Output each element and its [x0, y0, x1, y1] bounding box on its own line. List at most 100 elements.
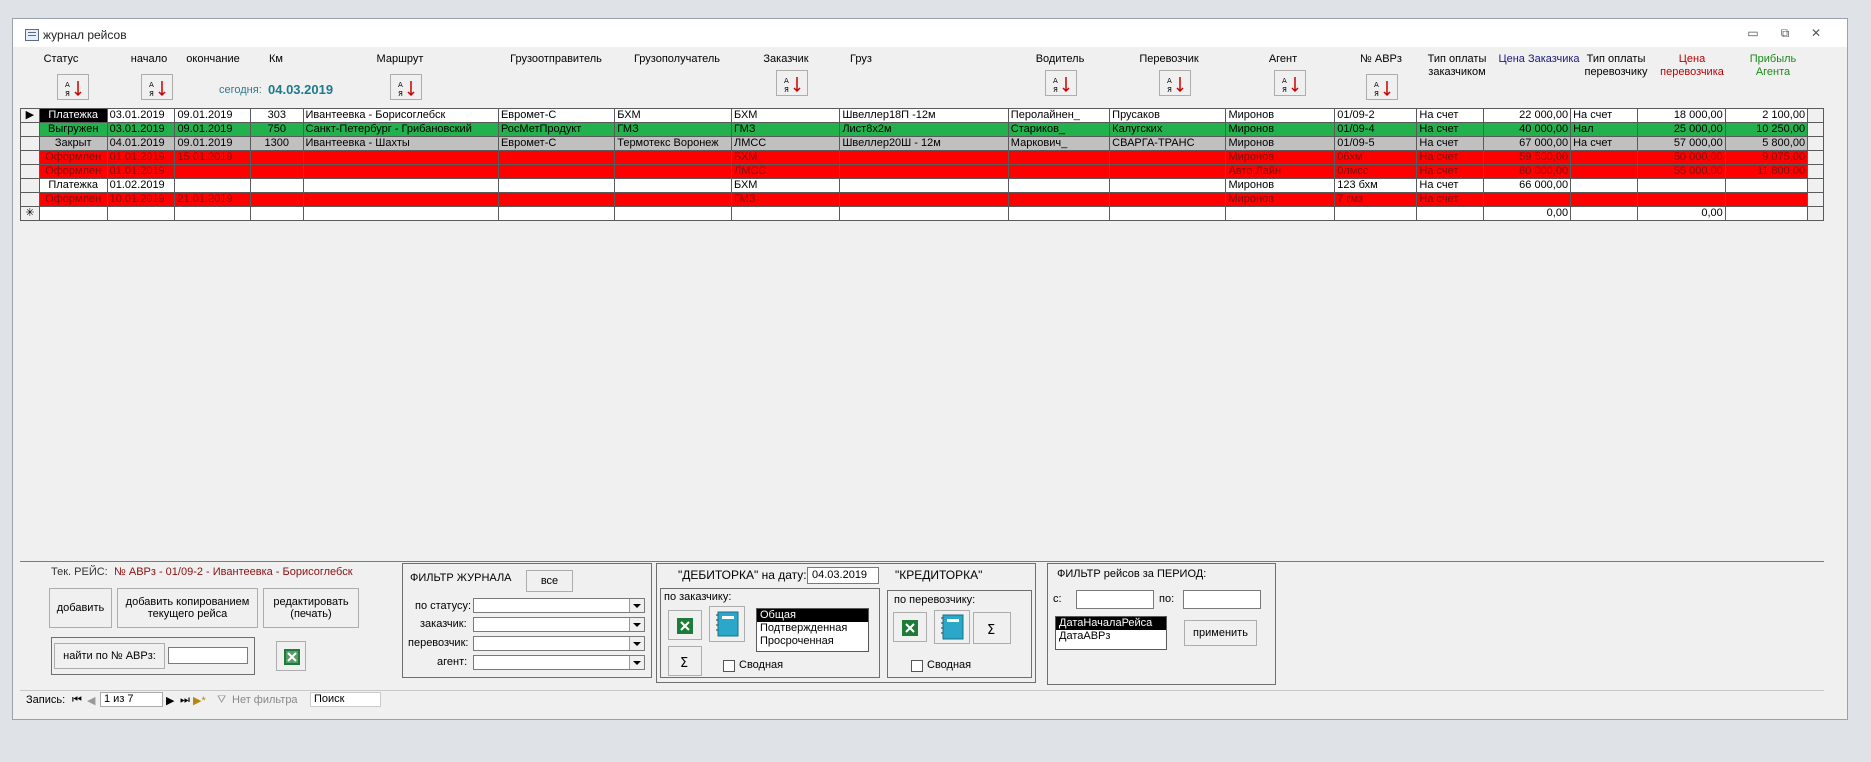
list-option[interactable]: ДатаНачалаРейса	[1056, 617, 1166, 630]
table-cell[interactable]: 01/09-4	[1334, 122, 1418, 137]
sort-route-button[interactable]: AЯ	[390, 74, 422, 100]
table-cell[interactable]	[1334, 206, 1418, 221]
table-cell[interactable]	[614, 206, 732, 221]
prev-record-icon[interactable]: ◀	[87, 694, 95, 707]
table-cell[interactable]: 03.01.2019	[106, 108, 176, 123]
table-cell[interactable]	[302, 164, 499, 179]
table-cell[interactable]	[302, 150, 499, 165]
sort-avr-button[interactable]: AЯ	[1366, 74, 1398, 100]
table-cell[interactable]: 750	[250, 122, 304, 137]
filter-agent-select[interactable]	[473, 655, 645, 670]
table-cell[interactable]: 123 бхм	[1334, 178, 1418, 193]
sort-customer-button[interactable]: AЯ	[776, 70, 808, 96]
table-cell[interactable]	[1482, 192, 1572, 207]
next-record-icon[interactable]: ▶	[166, 694, 174, 707]
debitor-date-input[interactable]: 04.03.2019	[807, 567, 879, 584]
filter-all-button[interactable]: все	[526, 570, 573, 592]
table-cell[interactable]: БХМ	[730, 108, 841, 123]
table-cell[interactable]	[614, 150, 732, 165]
table-cell[interactable]: Перолайнен_	[1007, 108, 1111, 123]
table-cell[interactable]	[1724, 206, 1809, 221]
table-cell[interactable]: ГМЗ	[614, 122, 732, 137]
row-selector[interactable]	[20, 122, 40, 137]
table-cell[interactable]: 09.01.2019	[174, 108, 252, 123]
table-cell[interactable]	[38, 206, 108, 221]
table-cell[interactable]	[1570, 164, 1638, 179]
table-cell[interactable]: Швеллер18П -12м	[839, 108, 1009, 123]
table-cell[interactable]: 21.01.2019	[174, 192, 252, 207]
table-cell[interactable]: ГМЗ	[730, 122, 841, 137]
record-position-input[interactable]: 1 из 7	[100, 692, 163, 707]
table-cell[interactable]: 01.01.2019	[106, 164, 176, 179]
table-cell[interactable]	[614, 178, 732, 193]
table-cell[interactable]: Миронов	[1225, 136, 1336, 151]
debitor-sum-button[interactable]: Σ	[668, 646, 702, 676]
debitor-summary-checkbox[interactable]	[723, 660, 735, 672]
table-cell[interactable]: 80 000,00	[1482, 164, 1572, 179]
table-cell[interactable]: Платежка	[38, 108, 108, 123]
table-cell[interactable]: 10.01.2019	[106, 192, 176, 207]
creditor-excel-button[interactable]	[893, 612, 927, 642]
table-cell[interactable]: На счет	[1416, 192, 1484, 207]
table-cell[interactable]: На счет	[1416, 122, 1484, 137]
table-cell[interactable]: ГМЗ	[730, 192, 841, 207]
restore-icon[interactable]: ⧉	[1778, 27, 1792, 39]
table-cell[interactable]	[497, 178, 616, 193]
period-apply-button[interactable]: применить	[1184, 620, 1257, 646]
minimize-icon[interactable]: ▭	[1746, 27, 1760, 39]
table-row[interactable]: Закрыт 04.01.2019 09.01.2019 1300 Ивантеевка…	[20, 136, 1824, 151]
chevron-down-icon[interactable]	[629, 637, 644, 650]
table-cell[interactable]: Ивантеевка - Борисоглебск	[302, 108, 499, 123]
table-cell[interactable]: Термотекс Воронеж	[614, 136, 732, 151]
table-cell[interactable]: Швеллер20Ш - 12м	[839, 136, 1009, 151]
edit-print-button[interactable]: редактировать (печать)	[263, 588, 359, 628]
table-cell[interactable]	[1109, 178, 1227, 193]
list-option[interactable]: ДатаАВРз	[1056, 630, 1166, 643]
table-row[interactable]: Платежка 01.02.2019 БХМ Миронов 123 бхм На сч…	[20, 178, 1824, 193]
table-cell[interactable]: 09.01.2019	[174, 122, 252, 137]
table-cell[interactable]: 1300	[250, 136, 304, 151]
table-cell[interactable]	[250, 164, 304, 179]
table-cell[interactable]: 2 100,00	[1724, 108, 1809, 123]
table-cell[interactable]	[1007, 178, 1111, 193]
table-cell[interactable]	[497, 192, 616, 207]
table-cell[interactable]	[1636, 192, 1726, 207]
table-row[interactable]: Оформлен 01.01.2019 15.01.2019 БХМ Миронов 06…	[20, 150, 1824, 165]
table-cell[interactable]	[839, 206, 1009, 221]
table-cell[interactable]: Прусаков	[1109, 108, 1227, 123]
table-cell[interactable]: Миронов	[1225, 122, 1336, 137]
table-cell[interactable]: 303	[250, 108, 304, 123]
sort-start-button[interactable]: AЯ	[141, 74, 173, 100]
period-date-type-list[interactable]: ДатаНачалаРейса ДатаАВРз	[1055, 616, 1167, 650]
table-cell[interactable]	[497, 206, 616, 221]
table-cell[interactable]	[250, 178, 304, 193]
row-selector[interactable]	[20, 150, 40, 165]
table-cell[interactable]	[1007, 206, 1111, 221]
table-cell[interactable]: Евромет-С	[497, 136, 616, 151]
table-cell[interactable]: 04.01.2019	[106, 136, 176, 151]
table-cell[interactable]: 25 000,00	[1636, 122, 1726, 137]
table-cell[interactable]	[730, 206, 841, 221]
list-option[interactable]: Подтвержденная	[757, 622, 868, 635]
row-selector[interactable]	[20, 136, 40, 151]
table-cell[interactable]	[839, 150, 1009, 165]
table-cell[interactable]: Миронов	[1225, 108, 1336, 123]
table-cell[interactable]: Ивантеевка - Шахты	[302, 136, 499, 151]
table-cell[interactable]	[1109, 164, 1227, 179]
no-filter-label[interactable]: Нет фильтра	[232, 694, 298, 706]
table-cell[interactable]: Миронов	[1225, 178, 1336, 193]
filter-status-select[interactable]	[473, 598, 645, 613]
table-cell[interactable]: 01.02.2019	[106, 178, 176, 193]
creditor-sum-button[interactable]: Σ	[973, 612, 1011, 644]
table-cell[interactable]: 0,00	[1636, 206, 1726, 221]
table-cell[interactable]: Оформлен	[38, 192, 108, 207]
creditor-summary-checkbox[interactable]	[911, 660, 923, 672]
table-cell[interactable]	[497, 150, 616, 165]
table-cell[interactable]	[497, 164, 616, 179]
table-cell[interactable]: 50 000,00	[1636, 150, 1726, 165]
table-cell[interactable]: Маркович_	[1007, 136, 1111, 151]
table-cell[interactable]: ЛМСС	[730, 136, 841, 151]
table-cell[interactable]: На счет	[1416, 164, 1484, 179]
table-cell[interactable]	[1109, 206, 1227, 221]
table-cell[interactable]: 9 075,00	[1724, 150, 1809, 165]
